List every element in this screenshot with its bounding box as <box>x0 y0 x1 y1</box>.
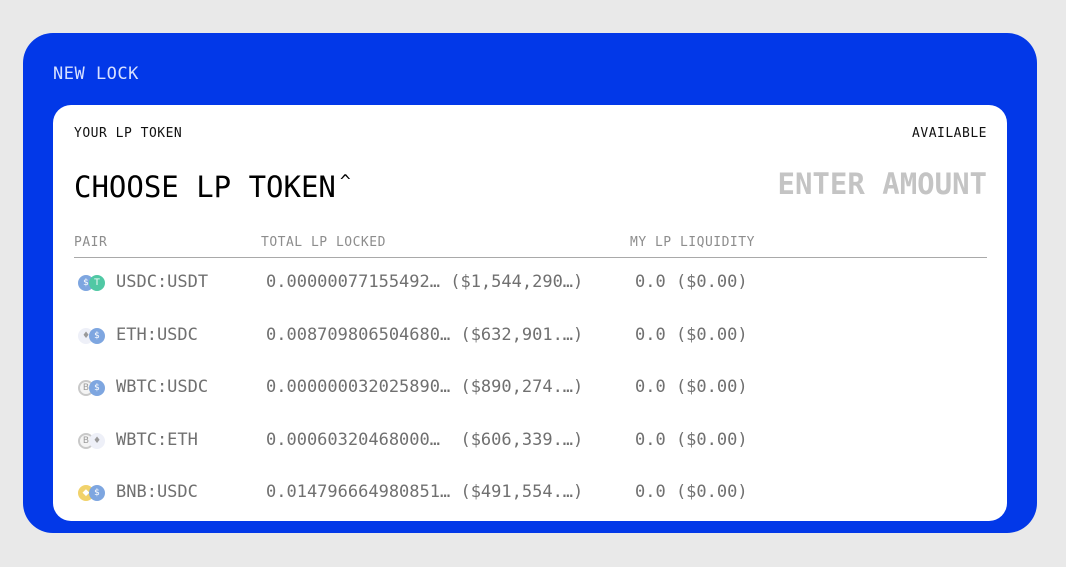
total-lp-locked-value: 0.000000032025890… ($890,274.…) <box>266 377 584 397</box>
eth-icon: ♦ <box>89 432 105 449</box>
pair-name: USDC:USDT <box>116 272 209 292</box>
caret-up-icon: ^ <box>339 170 351 192</box>
usdc-icon: $ <box>89 380 105 396</box>
table-header: PAIR TOTAL LP LOCKED MY LP LIQUIDITY <box>74 235 987 258</box>
pair-row[interactable]: $ T USDC:USDT 0.00000077155492… ($1,544,… <box>74 258 987 311</box>
pair-row[interactable]: ♦ $ ETH:USDC 0.008709806504680… ($632,90… <box>74 311 987 364</box>
choose-lp-token-label: CHOOSE LP TOKEN <box>74 170 336 204</box>
usdc-icon: $ <box>89 327 105 344</box>
pair-name: WBTC:USDC <box>116 377 209 397</box>
pair-list: $ T USDC:USDT 0.00000077155492… ($1,544,… <box>74 258 987 521</box>
pair-name: WBTC:ETH <box>116 429 198 450</box>
panel-title: NEW LOCK <box>53 64 139 84</box>
my-lp-liquidity-value: 0.0 ($0.00) <box>635 324 748 345</box>
pair-icons: $ T <box>78 275 108 293</box>
total-lp-locked-value: 0.00000077155492… ($1,544,290…) <box>266 272 584 292</box>
new-lock-panel: NEW LOCK YOUR LP TOKEN AVAILABLE CHOOSE … <box>23 33 1037 533</box>
amount-input[interactable] <box>707 167 987 201</box>
pair-icons: ◆ $ <box>78 485 108 503</box>
lock-card: YOUR LP TOKEN AVAILABLE CHOOSE LP TOKEN … <box>53 105 1007 521</box>
pair-icons: B ♦ <box>78 432 108 451</box>
my-lp-liquidity-value: 0.0 ($0.00) <box>635 482 748 502</box>
pair-icons: B $ <box>78 380 108 398</box>
usdt-icon: T <box>89 275 105 291</box>
pair-name: ETH:USDC <box>116 324 198 345</box>
pair-row[interactable]: B ♦ WBTC:ETH 0.00060320468000… ($606,339… <box>74 416 987 469</box>
pair-row[interactable]: ◆ $ BNB:USDC 0.014796664980851… ($491,55… <box>74 468 987 521</box>
my-lp-liquidity-value: 0.0 ($0.00) <box>635 429 748 450</box>
pair-row[interactable]: B $ WBTC:USDC 0.000000032025890… ($890,2… <box>74 363 987 416</box>
pair-name: BNB:USDC <box>116 482 198 502</box>
header-pair: PAIR <box>74 235 108 250</box>
choose-lp-token-dropdown[interactable]: CHOOSE LP TOKEN ^ <box>74 170 351 204</box>
my-lp-liquidity-value: 0.0 ($0.00) <box>635 272 748 292</box>
usdc-icon: $ <box>89 485 105 501</box>
header-my-lp-liquidity: MY LP LIQUIDITY <box>630 235 755 250</box>
my-lp-liquidity-value: 0.0 ($0.00) <box>635 377 748 397</box>
pair-icons: ♦ $ <box>78 327 108 346</box>
total-lp-locked-value: 0.008709806504680… ($632,901.…) <box>266 324 584 345</box>
total-lp-locked-value: 0.014796664980851… ($491,554.…) <box>266 482 584 502</box>
total-lp-locked-value: 0.00060320468000… ($606,339.…) <box>266 429 584 450</box>
your-lp-token-label: YOUR LP TOKEN <box>74 126 183 141</box>
header-total-lp-locked: TOTAL LP LOCKED <box>261 235 386 250</box>
available-label: AVAILABLE <box>912 126 987 141</box>
